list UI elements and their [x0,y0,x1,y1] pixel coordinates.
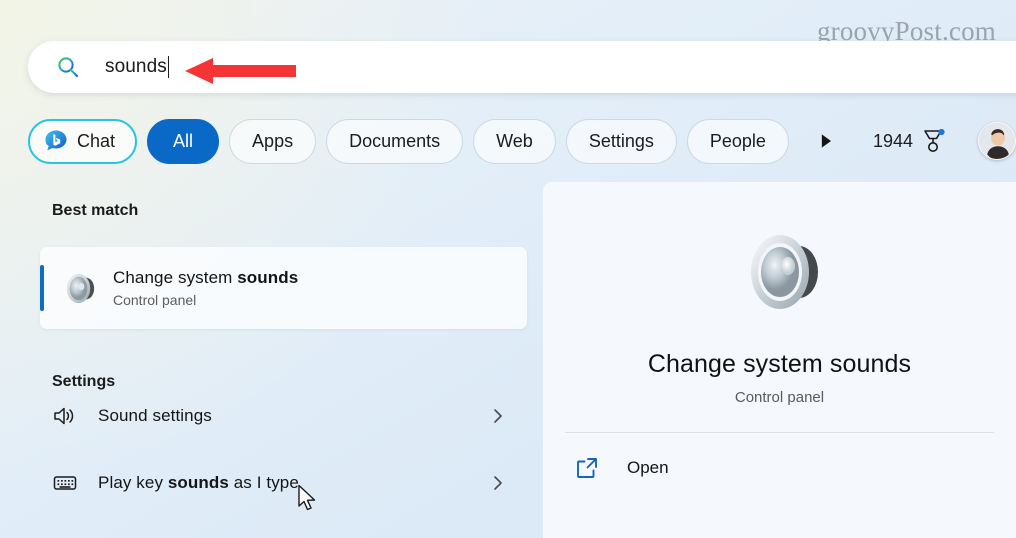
tab-web[interactable]: Web [473,118,556,164]
tab-chat-label: Chat [77,130,116,151]
preview-panel: Change system sounds Control panel Open [543,182,1016,538]
settings-heading: Settings [52,373,116,390]
open-external-icon [575,456,599,480]
results-area: Best match Change system sounds Control … [0,182,1016,538]
tab-all-label: All [173,130,194,151]
chevron-right-icon [489,474,507,492]
rewards-medal-icon [920,128,946,154]
selection-accent-bar [40,265,44,311]
setting-label-sound-settings: Sound settings [98,406,212,425]
search-bar[interactable]: sounds [28,41,1016,93]
search-icon [56,55,80,79]
best-match-text: Change system sounds Control panel [113,268,298,308]
setting-row-sound-settings[interactable]: Sound settings [52,394,507,438]
speaker-3d-icon [57,267,100,310]
keyboard-icon [52,470,78,496]
best-match-result[interactable]: Change system sounds Control panel [40,247,527,329]
rewards-count: 1944 [872,130,913,151]
tab-chat[interactable]: Chat [28,118,138,164]
setting-label-play-key-sounds: Play key sounds as I type [98,473,299,492]
chevron-right-icon [489,407,507,425]
open-action[interactable]: Open [575,445,1016,491]
tab-settings-label: Settings [588,130,654,151]
text-caret [167,56,170,78]
results-list: Best match Change system sounds Control … [0,182,543,538]
tab-all[interactable]: All [147,118,220,164]
speaker-3d-icon [728,220,832,324]
best-match-title: Change system sounds [113,268,299,287]
tab-documents[interactable]: Documents [326,118,464,164]
bing-chat-icon [44,129,68,153]
red-left-arrow-annotation [185,58,296,84]
open-label: Open [627,458,669,477]
search-input[interactable]: sounds [105,41,170,93]
tab-people[interactable]: People [686,118,789,164]
tab-people-label: People [709,130,766,151]
divider [565,432,994,433]
tab-web-label: Web [496,130,533,151]
filter-tabs: Chat All Apps Documents Web Settings Peo… [28,112,1016,170]
tab-documents-label: Documents [349,130,441,151]
best-match-subtitle: Control panel [113,292,197,308]
setting-row-play-key-sounds[interactable]: Play key sounds as I type [52,461,507,505]
preview-title: Change system sounds [647,350,912,378]
avatar[interactable] [978,122,1016,160]
rewards-indicator[interactable]: 1944 [873,128,948,154]
tab-settings[interactable]: Settings [565,118,677,164]
play-triangle-icon[interactable] [813,128,839,154]
search-input-value: sounds [105,56,167,77]
preview-subtitle: Control panel [734,389,825,406]
tab-apps-label: Apps [252,130,294,151]
search-flyout: groovyPost.com sounds Chat All Apps Docu… [0,0,1016,538]
best-match-heading: Best match [52,202,139,219]
speaker-waves-icon [52,403,78,429]
tab-apps[interactable]: Apps [229,118,317,164]
